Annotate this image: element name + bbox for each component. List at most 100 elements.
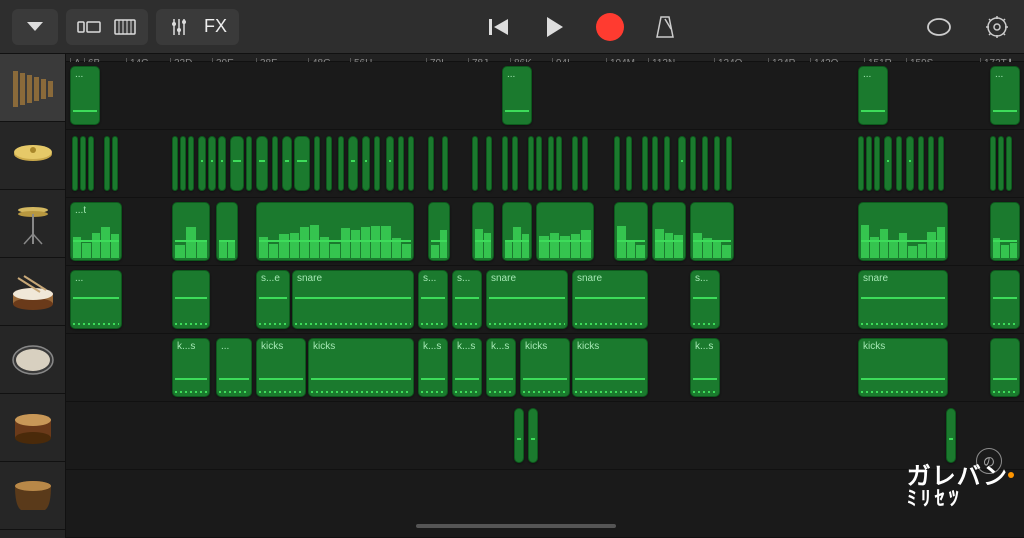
midi-region[interactable] [990, 338, 1020, 397]
track-header-hihat[interactable] [0, 190, 65, 258]
midi-region[interactable] [536, 136, 542, 191]
midi-region[interactable]: k...s [452, 338, 482, 397]
midi-region[interactable] [398, 136, 404, 191]
midi-region[interactable] [246, 136, 252, 191]
midi-region[interactable] [362, 136, 370, 191]
track-header-taiko[interactable] [0, 462, 65, 530]
view-menu[interactable] [12, 9, 58, 45]
midi-region[interactable] [512, 136, 518, 191]
midi-region[interactable] [180, 136, 186, 191]
midi-region[interactable] [858, 202, 948, 261]
midi-region[interactable] [198, 136, 206, 191]
midi-region[interactable] [216, 202, 238, 261]
midi-region[interactable]: ... [216, 338, 252, 397]
midi-region[interactable] [528, 136, 534, 191]
midi-region[interactable] [946, 408, 956, 463]
midi-region[interactable] [614, 136, 620, 191]
midi-region[interactable]: snare [486, 270, 568, 329]
midi-region[interactable]: kicks [256, 338, 306, 397]
track-header-marimba[interactable] [0, 54, 65, 122]
play-button[interactable] [540, 12, 570, 42]
midi-region[interactable] [652, 136, 658, 191]
midi-region[interactable]: ... [70, 66, 100, 125]
track-lane[interactable]: k...s...kickskicksk...sk...sk...skickski… [66, 334, 1024, 402]
midi-region[interactable] [556, 136, 562, 191]
midi-region[interactable] [502, 202, 532, 261]
midi-region[interactable] [714, 136, 720, 191]
midi-region[interactable] [990, 202, 1020, 261]
midi-region[interactable]: k...s [690, 338, 720, 397]
midi-region[interactable]: kicks [308, 338, 414, 397]
midi-region[interactable] [572, 136, 578, 191]
midi-region[interactable] [294, 136, 310, 191]
midi-region[interactable] [990, 270, 1020, 329]
fx-button[interactable]: FX [200, 16, 231, 37]
midi-region[interactable]: ... [858, 66, 888, 125]
midi-region[interactable] [664, 136, 670, 191]
track-lane[interactable] [66, 402, 1024, 470]
midi-region[interactable] [230, 136, 244, 191]
midi-region[interactable] [938, 136, 944, 191]
track-header-crash[interactable] [0, 122, 65, 190]
midi-region[interactable]: s...e [256, 270, 290, 329]
midi-region[interactable] [514, 408, 524, 463]
midi-region[interactable] [502, 136, 508, 191]
midi-region[interactable] [472, 202, 494, 261]
loop-button[interactable] [924, 12, 954, 42]
midi-region[interactable] [702, 136, 708, 191]
midi-region[interactable] [678, 136, 686, 191]
midi-region[interactable]: kicks [858, 338, 948, 397]
midi-region[interactable] [486, 136, 492, 191]
midi-region[interactable] [272, 136, 278, 191]
track-view-toggle[interactable] [66, 9, 148, 45]
midi-region[interactable] [884, 136, 892, 191]
midi-region[interactable] [866, 136, 872, 191]
midi-region[interactable] [858, 136, 864, 191]
metronome-button[interactable] [650, 12, 680, 42]
settings-button[interactable] [982, 12, 1012, 42]
midi-region[interactable] [282, 136, 292, 191]
track-lane[interactable]: ...s...esnares...s...snaresnares...snare [66, 266, 1024, 334]
midi-region[interactable]: ... [990, 66, 1020, 125]
midi-region[interactable] [326, 136, 332, 191]
record-button[interactable] [596, 13, 624, 41]
midi-region[interactable] [642, 136, 648, 191]
midi-region[interactable] [928, 136, 934, 191]
timeline[interactable]: + A6B14C22D30E38F48G56H70I78J86K94L104M1… [66, 54, 1024, 538]
midi-region[interactable] [256, 136, 268, 191]
midi-region[interactable] [348, 136, 358, 191]
midi-region[interactable] [374, 136, 380, 191]
midi-region[interactable] [690, 136, 696, 191]
mixer-fx-group[interactable]: FX [156, 9, 239, 45]
midi-region[interactable] [652, 202, 686, 261]
midi-region[interactable]: snare [572, 270, 648, 329]
midi-region[interactable] [690, 202, 734, 261]
midi-region[interactable] [172, 136, 178, 191]
midi-region[interactable] [998, 136, 1004, 191]
midi-region[interactable] [548, 136, 554, 191]
midi-region[interactable] [72, 136, 78, 191]
time-ruler[interactable]: + A6B14C22D30E38F48G56H70I78J86K94L104M1… [66, 54, 1024, 62]
midi-region[interactable] [1006, 136, 1012, 191]
midi-region[interactable]: kicks [520, 338, 570, 397]
midi-region[interactable] [990, 136, 996, 191]
midi-region[interactable] [626, 136, 632, 191]
track-lane[interactable]: ...t [66, 198, 1024, 266]
midi-region[interactable] [338, 136, 344, 191]
track-header-kick[interactable] [0, 326, 65, 394]
midi-region[interactable]: s... [452, 270, 482, 329]
midi-region[interactable] [428, 202, 450, 261]
track-lane[interactable] [66, 130, 1024, 198]
midi-region[interactable] [442, 136, 448, 191]
midi-region[interactable] [408, 136, 414, 191]
midi-region[interactable]: snare [292, 270, 414, 329]
midi-region[interactable] [896, 136, 902, 191]
midi-region[interactable]: s... [418, 270, 448, 329]
track-header-tom[interactable] [0, 394, 65, 462]
midi-region[interactable] [172, 202, 210, 261]
midi-region[interactable] [528, 408, 538, 463]
midi-region[interactable]: ...t [70, 202, 122, 261]
midi-region[interactable] [314, 136, 320, 191]
midi-region[interactable] [726, 136, 732, 191]
midi-region[interactable] [188, 136, 194, 191]
